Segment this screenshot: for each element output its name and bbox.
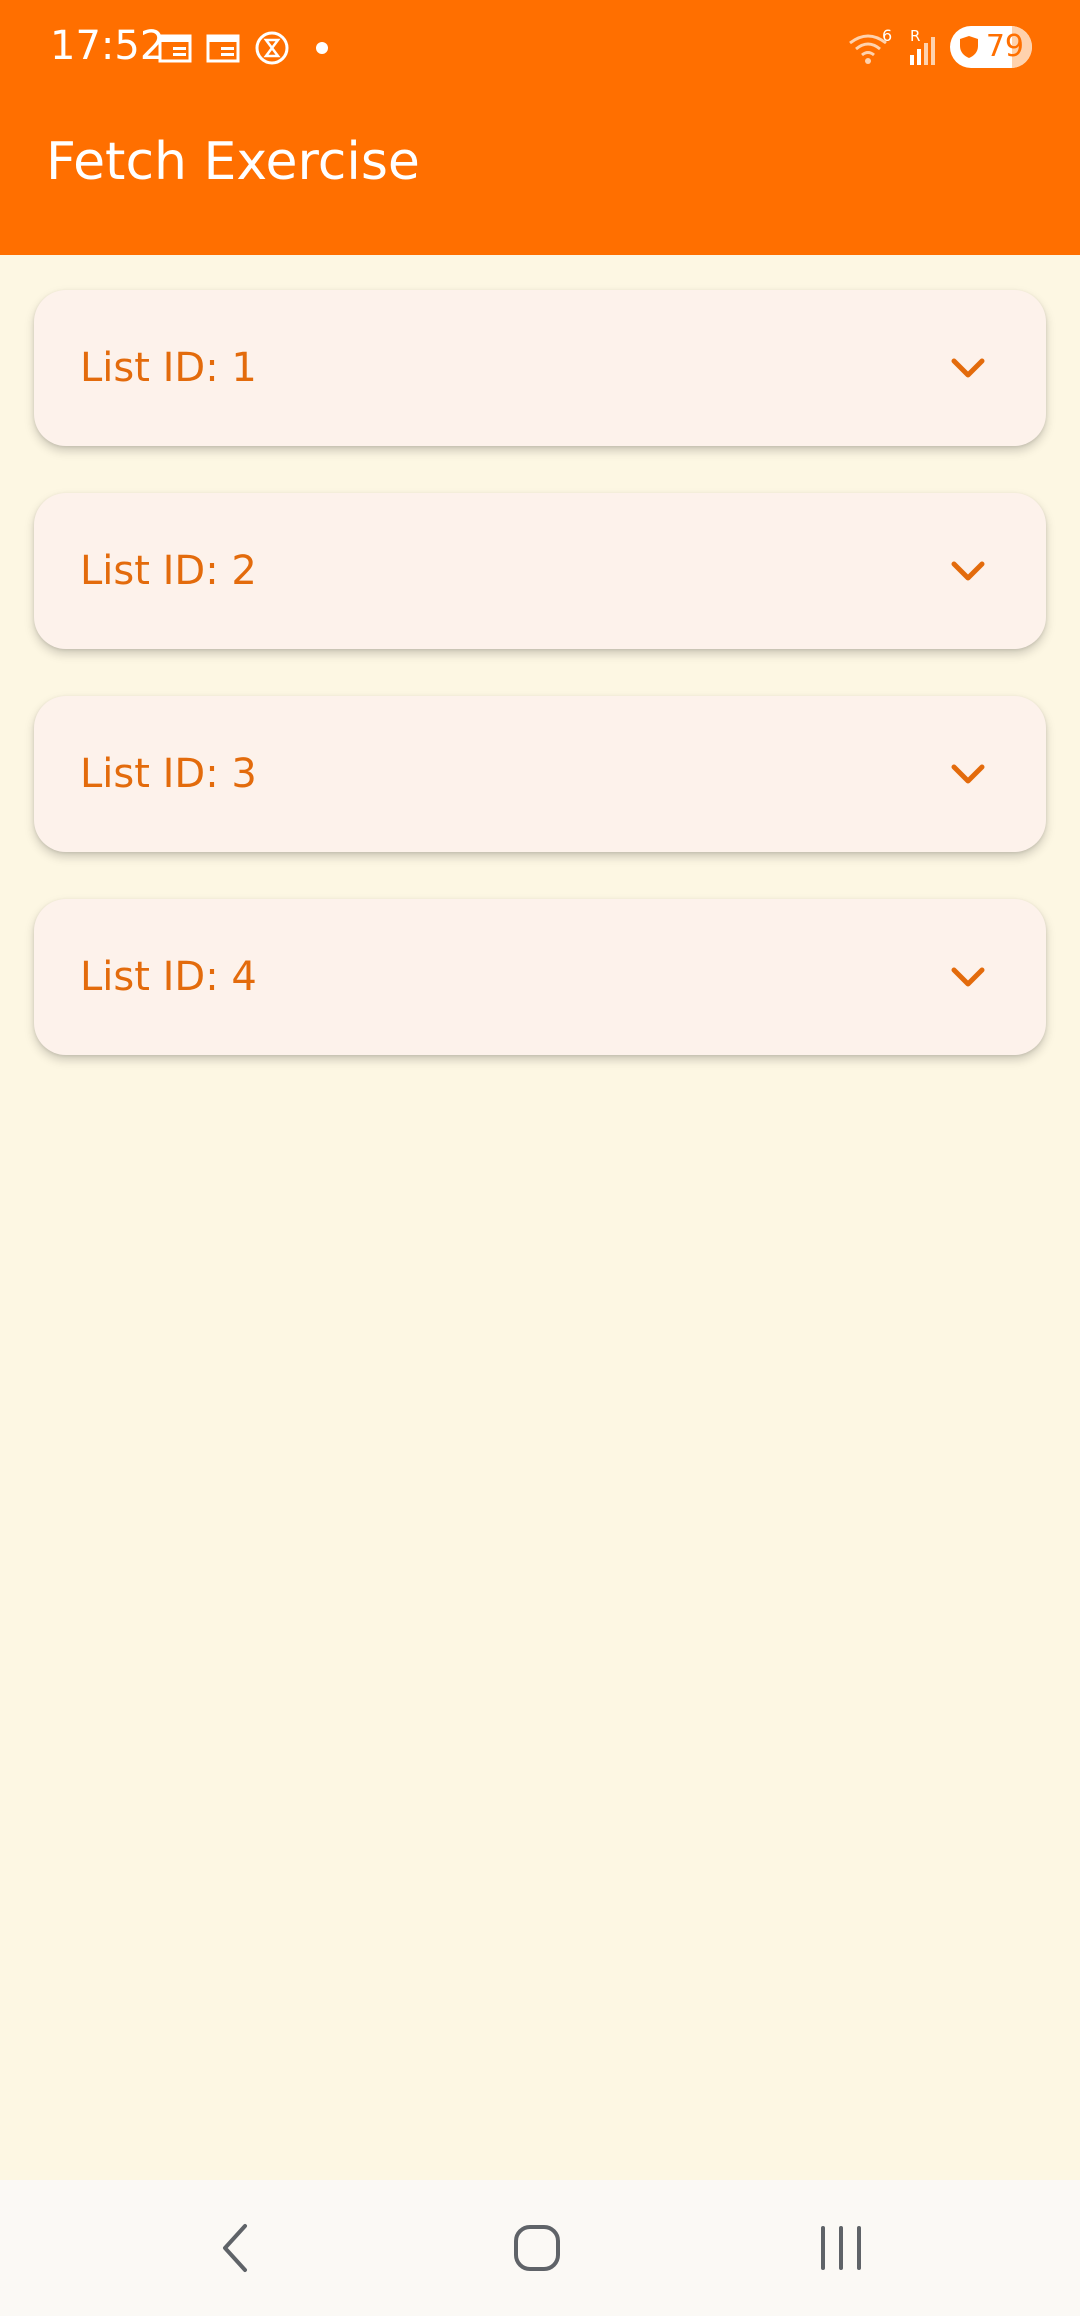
chevron-down-icon (951, 358, 985, 378)
network-badge: 6 (882, 27, 892, 45)
chevron-down-icon (951, 764, 985, 784)
list-item[interactable]: List ID: 4 (34, 899, 1046, 1055)
list-item[interactable]: List ID: 3 (34, 696, 1046, 852)
list-item-label: List ID: 3 (80, 751, 257, 797)
list-item-label: List ID: 2 (80, 548, 257, 594)
battery-icon: 79 (950, 26, 1032, 68)
status-time: 17:52 (50, 23, 166, 69)
roaming-badge: R (910, 27, 920, 45)
page-title: Fetch Exercise (46, 132, 420, 192)
chevron-down-icon (951, 561, 985, 581)
list-item[interactable]: List ID: 2 (34, 493, 1046, 649)
notification-dot-icon (316, 42, 328, 54)
list-item[interactable]: List ID: 1 (34, 290, 1046, 446)
back-icon (223, 2224, 247, 2272)
recent-apps-icon (821, 2226, 861, 2270)
app-bar: 17:52 6 R 79 Fetch Exercise (0, 0, 1080, 255)
home-button[interactable] (492, 2210, 582, 2286)
recent-apps-button[interactable] (796, 2210, 886, 2286)
status-icons-right: 6 R 79 (846, 24, 1032, 70)
chevron-down-icon (951, 967, 985, 987)
home-icon (514, 2225, 560, 2271)
wifi-icon: 6 (846, 27, 896, 67)
list-item-label: List ID: 4 (80, 954, 257, 1000)
back-button[interactable] (190, 2210, 280, 2286)
status-bar: 17:52 6 R 79 (0, 0, 1080, 95)
list-container: List ID: 1 List ID: 2 List ID: 3 List ID… (0, 255, 1080, 2180)
calendar-icon (158, 33, 192, 63)
list-item-label: List ID: 1 (80, 345, 257, 391)
battery-level: 79 (985, 29, 1024, 64)
calendar-icon (206, 33, 240, 63)
shield-icon (960, 36, 978, 58)
signal-icon: R (906, 27, 940, 67)
hourglass-icon (254, 30, 290, 66)
status-icons-left (158, 28, 328, 68)
navigation-bar (0, 2180, 1080, 2316)
